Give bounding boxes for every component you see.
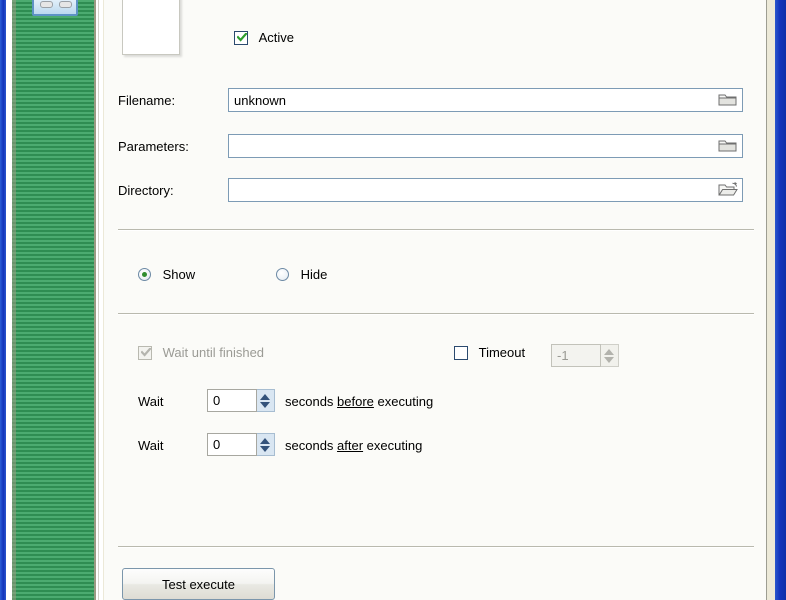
wait-after-spinner[interactable] xyxy=(207,433,275,456)
separator-2 xyxy=(118,313,754,314)
wait-before-spinner[interactable] xyxy=(207,389,275,412)
filename-label: Filename: xyxy=(118,93,175,108)
test-execute-button[interactable]: Test execute xyxy=(122,568,275,600)
wait-after-suffix-pre: seconds xyxy=(285,438,337,453)
timeout-row[interactable]: Timeout xyxy=(454,345,525,360)
window-state-show-radio-row[interactable]: Show xyxy=(138,267,195,282)
active-checkbox-row[interactable]: Active xyxy=(234,30,294,45)
icon-preview[interactable] xyxy=(122,0,180,55)
hide-radio-label: Hide xyxy=(301,267,328,282)
list-item-selected[interactable] xyxy=(32,0,78,16)
wait-until-finished-checkbox xyxy=(138,346,152,360)
chevron-down-icon xyxy=(604,357,614,363)
wait-before-input[interactable] xyxy=(207,389,257,412)
application-window: Active Filename: Parameters: Directory: xyxy=(0,0,786,600)
timeout-spinner-arrows xyxy=(601,344,619,367)
radio-dot-icon xyxy=(142,272,147,277)
active-checkbox-label: Active xyxy=(259,30,294,45)
parameters-input[interactable] xyxy=(228,134,743,158)
chevron-down-icon[interactable] xyxy=(260,402,270,408)
window-state-hide-radio-row[interactable]: Hide xyxy=(276,267,327,282)
filename-browse-button[interactable] xyxy=(717,89,739,111)
directory-label: Directory: xyxy=(118,183,174,198)
wait-after-prefix-label: Wait xyxy=(138,438,164,453)
sidebar-divider xyxy=(98,0,99,600)
wait-before-suffix-post: executing xyxy=(374,394,433,409)
wait-before-prefix-label: Wait xyxy=(138,394,164,409)
show-radio-label: Show xyxy=(163,267,196,282)
folder-closed-icon xyxy=(718,91,738,107)
hide-radio[interactable] xyxy=(276,268,289,281)
wait-after-input[interactable] xyxy=(207,433,257,456)
parameters-label: Parameters: xyxy=(118,139,189,154)
chevron-up-icon[interactable] xyxy=(260,394,270,400)
wait-after-accesskey: after xyxy=(337,438,363,453)
settings-panel: Active Filename: Parameters: Directory: xyxy=(104,0,767,600)
timeout-checkbox[interactable] xyxy=(454,346,468,360)
directory-browse-button[interactable] xyxy=(717,179,739,201)
checkmark-icon xyxy=(141,348,150,356)
folder-closed-icon xyxy=(718,137,738,153)
timeout-label: Timeout xyxy=(479,345,525,360)
wait-after-spinner-arrows[interactable] xyxy=(257,433,275,456)
separator-1 xyxy=(118,229,754,230)
directory-input[interactable] xyxy=(228,178,743,202)
chevron-down-icon[interactable] xyxy=(260,446,270,452)
folder-open-icon xyxy=(718,181,738,197)
wait-before-suffix-label: seconds before executing xyxy=(285,394,433,409)
wait-before-accesskey: before xyxy=(337,394,374,409)
timeout-spinner xyxy=(551,344,619,367)
separator-3 xyxy=(118,546,754,547)
wait-before-suffix-pre: seconds xyxy=(285,394,337,409)
chevron-up-icon[interactable] xyxy=(260,438,270,444)
list-left-rail xyxy=(12,0,16,600)
list-stripes xyxy=(12,0,94,600)
chevron-up-icon xyxy=(604,349,614,355)
sidebar xyxy=(6,0,103,600)
wait-until-finished-label: Wait until finished xyxy=(163,345,264,360)
show-radio[interactable] xyxy=(138,268,151,281)
monitor-icon-button-right xyxy=(59,1,72,8)
wait-until-finished-row: Wait until finished xyxy=(138,345,264,360)
wait-after-suffix-label: seconds after executing xyxy=(285,438,422,453)
program-list[interactable] xyxy=(12,0,96,600)
wait-before-spinner-arrows[interactable] xyxy=(257,389,275,412)
timeout-value-input xyxy=(551,344,601,367)
checkmark-icon xyxy=(237,33,246,41)
filename-input[interactable] xyxy=(228,88,743,112)
active-checkbox[interactable] xyxy=(234,31,248,45)
window-border-right xyxy=(775,0,786,600)
wait-after-suffix-post: executing xyxy=(363,438,422,453)
monitor-icon-button-left xyxy=(40,1,53,8)
parameters-browse-button[interactable] xyxy=(717,135,739,157)
